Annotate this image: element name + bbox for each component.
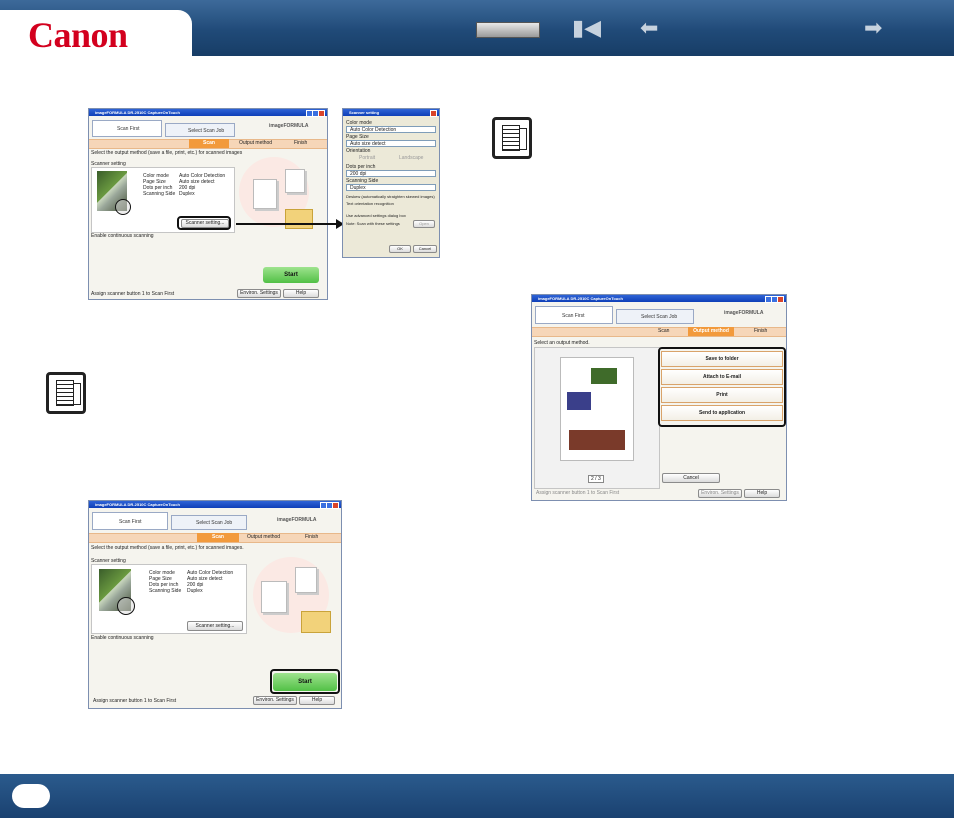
- deskew-checkbox[interactable]: Deskew (automatically straighten skewed …: [346, 194, 435, 199]
- preview-image: [591, 368, 617, 384]
- pages-illustration: [261, 581, 287, 613]
- scanner-setting-button[interactable]: Scanner setting...: [187, 621, 243, 631]
- assign-button-checkbox[interactable]: Assign scanner button 1 to Scan First: [93, 698, 176, 704]
- dpi-select[interactable]: 200 dpi: [346, 170, 436, 177]
- note-icon: [492, 117, 532, 159]
- page-size-select[interactable]: Auto size detect: [346, 140, 436, 147]
- tab-select-scan-job[interactable]: Select Scan Job: [616, 309, 694, 324]
- tab-scan-first[interactable]: Scan First: [92, 512, 168, 530]
- folder-illustration: [301, 611, 331, 633]
- portrait-radio[interactable]: Portrait: [359, 155, 375, 161]
- dialog-note: Note: Scan with these settings: [346, 221, 400, 226]
- preview-page: [560, 357, 634, 461]
- tab-select-scan-job[interactable]: Select Scan Job: [171, 515, 247, 530]
- step-scan: Scan: [197, 533, 239, 542]
- continuous-checkbox[interactable]: Enable continuous scanning: [91, 635, 154, 641]
- tab-scan-first[interactable]: Scan First: [535, 306, 613, 324]
- step-output: Output method: [247, 534, 281, 540]
- capture-window-start: imageFORMULA DR-2510C CaptureOnTouch Sca…: [88, 500, 342, 709]
- close-icon[interactable]: [777, 296, 784, 303]
- brand-label: imageFORMULA: [724, 310, 764, 316]
- assign-button-checkbox[interactable]: Assign scanner button 1 to Scan First: [536, 490, 619, 496]
- pages-illustration: [295, 567, 317, 593]
- magnify-circle: [117, 597, 135, 615]
- close-icon[interactable]: [430, 110, 437, 117]
- environ-settings-button[interactable]: Environ. Settings: [698, 489, 742, 498]
- help-button[interactable]: Help: [744, 489, 780, 498]
- window-title: imageFORMULA DR-2510C CaptureOnTouch: [89, 501, 341, 508]
- help-button[interactable]: Help: [299, 696, 335, 705]
- step-scan: Scan: [658, 328, 670, 334]
- ok-button[interactable]: OK: [389, 245, 411, 253]
- window-title: imageFORMULA DR-2510C CaptureOnTouch: [532, 295, 786, 302]
- open-button[interactable]: Open: [413, 220, 435, 228]
- cancel-button[interactable]: Cancel: [413, 245, 437, 253]
- close-icon[interactable]: [332, 502, 339, 509]
- brand-label: imageFORMULA: [277, 517, 317, 523]
- preview-image: [569, 430, 625, 450]
- setting-value: Duplex: [187, 588, 203, 594]
- instruction: Select the output method (save a file, p…: [91, 545, 244, 551]
- highlight-box: [270, 669, 340, 694]
- highlight-box: [658, 347, 786, 427]
- landscape-radio[interactable]: Landscape: [399, 155, 423, 161]
- note-icon: [46, 372, 86, 414]
- advanced-checkbox[interactable]: Use advanced settings dialog box: [346, 213, 406, 218]
- step-output: Output method: [688, 327, 734, 336]
- instruction: Select an output method.: [534, 340, 590, 346]
- page-number-badge: [12, 784, 50, 808]
- page-counter[interactable]: 2 / 3: [588, 475, 604, 483]
- text-orientation-checkbox[interactable]: Text orientation recognition: [346, 201, 394, 206]
- environ-settings-button[interactable]: Environ. Settings: [253, 696, 297, 705]
- dialog-title: Scanner setting: [343, 109, 439, 116]
- step-finish: Finish: [754, 328, 768, 334]
- side-select[interactable]: Duplex: [346, 184, 436, 191]
- footer-bar: [0, 774, 954, 818]
- color-mode-select[interactable]: Auto Color Detection: [346, 126, 436, 133]
- preview-image: [567, 392, 591, 410]
- capture-window-output-method: imageFORMULA DR-2510C CaptureOnTouch Sca…: [531, 294, 787, 501]
- orientation-label: Orientation: [346, 148, 371, 154]
- setting-key: Scanning Side: [149, 588, 182, 594]
- scanner-setting-dialog: Scanner setting Color mode Auto Color De…: [342, 108, 440, 258]
- cancel-button[interactable]: Cancel: [662, 473, 720, 483]
- step-finish: Finish: [305, 534, 319, 540]
